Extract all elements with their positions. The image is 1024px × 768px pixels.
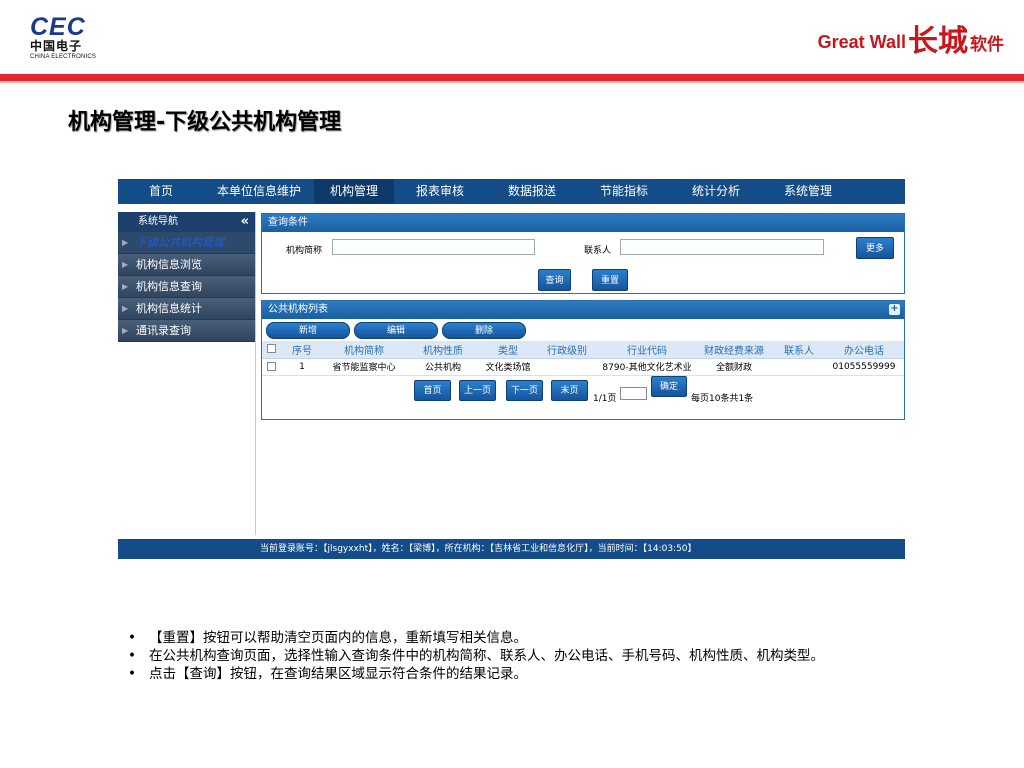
sidebar-header: 系统导航 «: [118, 212, 255, 232]
greatwall-logo-text: Great Wall: [817, 31, 906, 52]
page-summary: 每页10条共1条: [691, 393, 754, 404]
col-header-index: 序号: [280, 341, 324, 359]
header-red-bar: [0, 74, 1024, 81]
greatwall-logo-suffix: 软件: [970, 34, 1004, 55]
table-header-row: 序号 机构简称 机构性质 类型 行政级别 行业代码 财政经费来源 联系人 办公电…: [262, 341, 904, 359]
col-header-industry-code: 行业代码: [600, 341, 694, 359]
org-table: 序号 机构简称 机构性质 类型 行政级别 行业代码 财政经费来源 联系人 办公电…: [262, 341, 904, 376]
cec-logo-mark: CEC: [30, 13, 86, 41]
cec-logo-en: CHINA ELECTRONICS: [30, 54, 97, 60]
greatwall-logo-glyph: 长城: [908, 24, 968, 59]
more-button[interactable]: 更多: [856, 237, 894, 259]
status-footer: 当前登录账号：【jlsgyxxht】，姓名：【梁博】，所在机构：【吉林省工业和信…: [118, 539, 905, 559]
action-toolbar: 新增 编辑 删除: [262, 319, 904, 341]
chevron-right-icon: ▶: [122, 326, 129, 335]
sidebar-item-org-browse[interactable]: ▶ 机构信息浏览: [118, 254, 255, 276]
cell-industry-code: 8790-其他文化艺术业: [600, 358, 694, 376]
first-page-button[interactable]: 首页: [414, 379, 451, 401]
nav-system[interactable]: 系统管理: [762, 179, 854, 204]
chevron-right-icon: ▶: [122, 238, 129, 247]
nav-data-submit[interactable]: 数据报送: [486, 179, 578, 204]
cell-index: 1: [280, 358, 324, 376]
cec-logo-cn: 中国电子: [30, 39, 83, 53]
last-page-button[interactable]: 末页: [551, 379, 588, 401]
sidebar-item-org-stats[interactable]: ▶ 机构信息统计: [118, 298, 255, 320]
page-number-input[interactable]: [620, 386, 647, 400]
sidebar-item-label: 下级公共机构管理: [136, 236, 224, 249]
cell-name: 省节能监察中心: [324, 358, 404, 376]
bullet-item: 在公共机构查询页面，选择性输入查询条件中的机构简称、联系人、办公电话、手机号码、…: [128, 647, 908, 665]
cell-admin-level: [534, 358, 600, 376]
query-panel: 查询条件 机构简称 联系人 更多 查询 重置: [261, 213, 905, 294]
org-list-header: 公共机构列表 +: [262, 301, 904, 319]
col-header-type: 类型: [482, 341, 534, 359]
sidebar-item-label: 机构信息统计: [136, 302, 202, 315]
page-info: 1/1页: [593, 393, 617, 404]
next-page-button[interactable]: 下一页: [506, 379, 543, 401]
sidebar-item-sub-org-manage[interactable]: ▶ 下级公共机构管理: [118, 232, 255, 254]
sidebar: 系统导航 « ▶ 下级公共机构管理 ▶ 机构信息浏览 ▶ 机构信息查询 ▶ 机构…: [118, 212, 256, 535]
contact-label: 联系人: [584, 246, 612, 256]
sidebar-item-label: 通讯录查询: [136, 324, 191, 337]
col-header-nature: 机构性质: [404, 341, 482, 359]
app-screenshot: 首页 本单位信息维护 机构管理 报表审核 数据报送 节能指标 统计分析 系统管理…: [118, 179, 905, 559]
col-header-phone: 办公电话: [824, 341, 904, 359]
expand-plus-icon[interactable]: +: [889, 304, 900, 315]
row-checkbox[interactable]: [262, 358, 280, 376]
cell-phone: 01055559999: [824, 358, 904, 376]
org-list-title: 公共机构列表: [268, 304, 328, 315]
sidebar-item-label: 机构信息查询: [136, 280, 202, 293]
sidebar-item-contacts[interactable]: ▶ 通讯录查询: [118, 320, 255, 342]
add-button[interactable]: 新增: [266, 322, 350, 339]
nav-home[interactable]: 首页: [118, 179, 204, 204]
col-header-contact: 联系人: [774, 341, 824, 359]
chevron-right-icon: ▶: [122, 260, 129, 269]
sidebar-item-label: 机构信息浏览: [136, 258, 202, 271]
col-header-name: 机构简称: [324, 341, 404, 359]
table-row[interactable]: 1 省节能监察中心 公共机构 文化类场馆 8790-其他文化艺术业 全额财政 0…: [262, 358, 904, 376]
pagination: 首页 上一页 下一页 末页 1/1页 确定 每页10条共1条: [262, 375, 904, 410]
sidebar-item-org-query[interactable]: ▶ 机构信息查询: [118, 276, 255, 298]
sidebar-title: 系统导航: [138, 216, 178, 227]
page-confirm-button[interactable]: 确定: [651, 375, 687, 397]
top-nav: 首页 本单位信息维护 机构管理 报表审核 数据报送 节能指标 统计分析 系统管理: [118, 179, 905, 204]
bullet-item: 点击【查询】按钮，在查询结果区域显示符合条件的结果记录。: [128, 665, 908, 683]
cell-funding: 全额财政: [694, 358, 774, 376]
cell-nature: 公共机构: [404, 358, 482, 376]
org-name-input[interactable]: [332, 239, 535, 255]
nav-report-review[interactable]: 报表审核: [394, 179, 486, 204]
chevron-right-icon: ▶: [122, 304, 129, 313]
nav-org-manage[interactable]: 机构管理: [314, 179, 394, 204]
reset-button[interactable]: 重置: [592, 269, 628, 291]
chevron-right-icon: ▶: [122, 282, 129, 291]
cell-contact: [774, 358, 824, 376]
nav-energy-index[interactable]: 节能指标: [578, 179, 670, 204]
collapse-icon[interactable]: «: [241, 212, 249, 232]
main-content: 查询条件 机构简称 联系人 更多 查询 重置 公共机构列表 + 新增 编辑 删除: [261, 213, 905, 420]
prev-page-button[interactable]: 上一页: [459, 379, 496, 401]
cell-type: 文化类场馆: [482, 358, 534, 376]
search-button[interactable]: 查询: [538, 269, 571, 291]
cec-logo: CEC 中国电子 CHINA ELECTRONICS: [30, 14, 100, 61]
edit-button[interactable]: 编辑: [354, 322, 438, 339]
contact-input[interactable]: [620, 239, 824, 255]
select-all-checkbox[interactable]: [262, 341, 280, 359]
bullet-item: 【重置】按钮可以帮助清空页面内的信息，重新填写相关信息。: [128, 629, 908, 647]
col-header-funding: 财政经费来源: [694, 341, 774, 359]
org-list-panel: 公共机构列表 + 新增 编辑 删除 序号 机构简称 机构性质 类型 行政级别 行…: [261, 300, 905, 420]
delete-button[interactable]: 删除: [442, 322, 526, 339]
nav-unit-info[interactable]: 本单位信息维护: [204, 179, 314, 204]
query-panel-title: 查询条件: [262, 214, 904, 232]
greatwall-logo: Great Wall 长城 软件: [818, 12, 1004, 72]
col-header-admin-level: 行政级别: [534, 341, 600, 359]
nav-statistics[interactable]: 统计分析: [670, 179, 762, 204]
query-row: 机构简称 联系人 更多: [262, 232, 904, 266]
bullet-list: 【重置】按钮可以帮助清空页面内的信息，重新填写相关信息。 在公共机构查询页面，选…: [128, 629, 908, 683]
header-red-underline: [0, 81, 1024, 83]
slide-title: 机构管理-下级公共机构管理: [68, 110, 342, 135]
org-name-label: 机构简称: [286, 246, 323, 256]
